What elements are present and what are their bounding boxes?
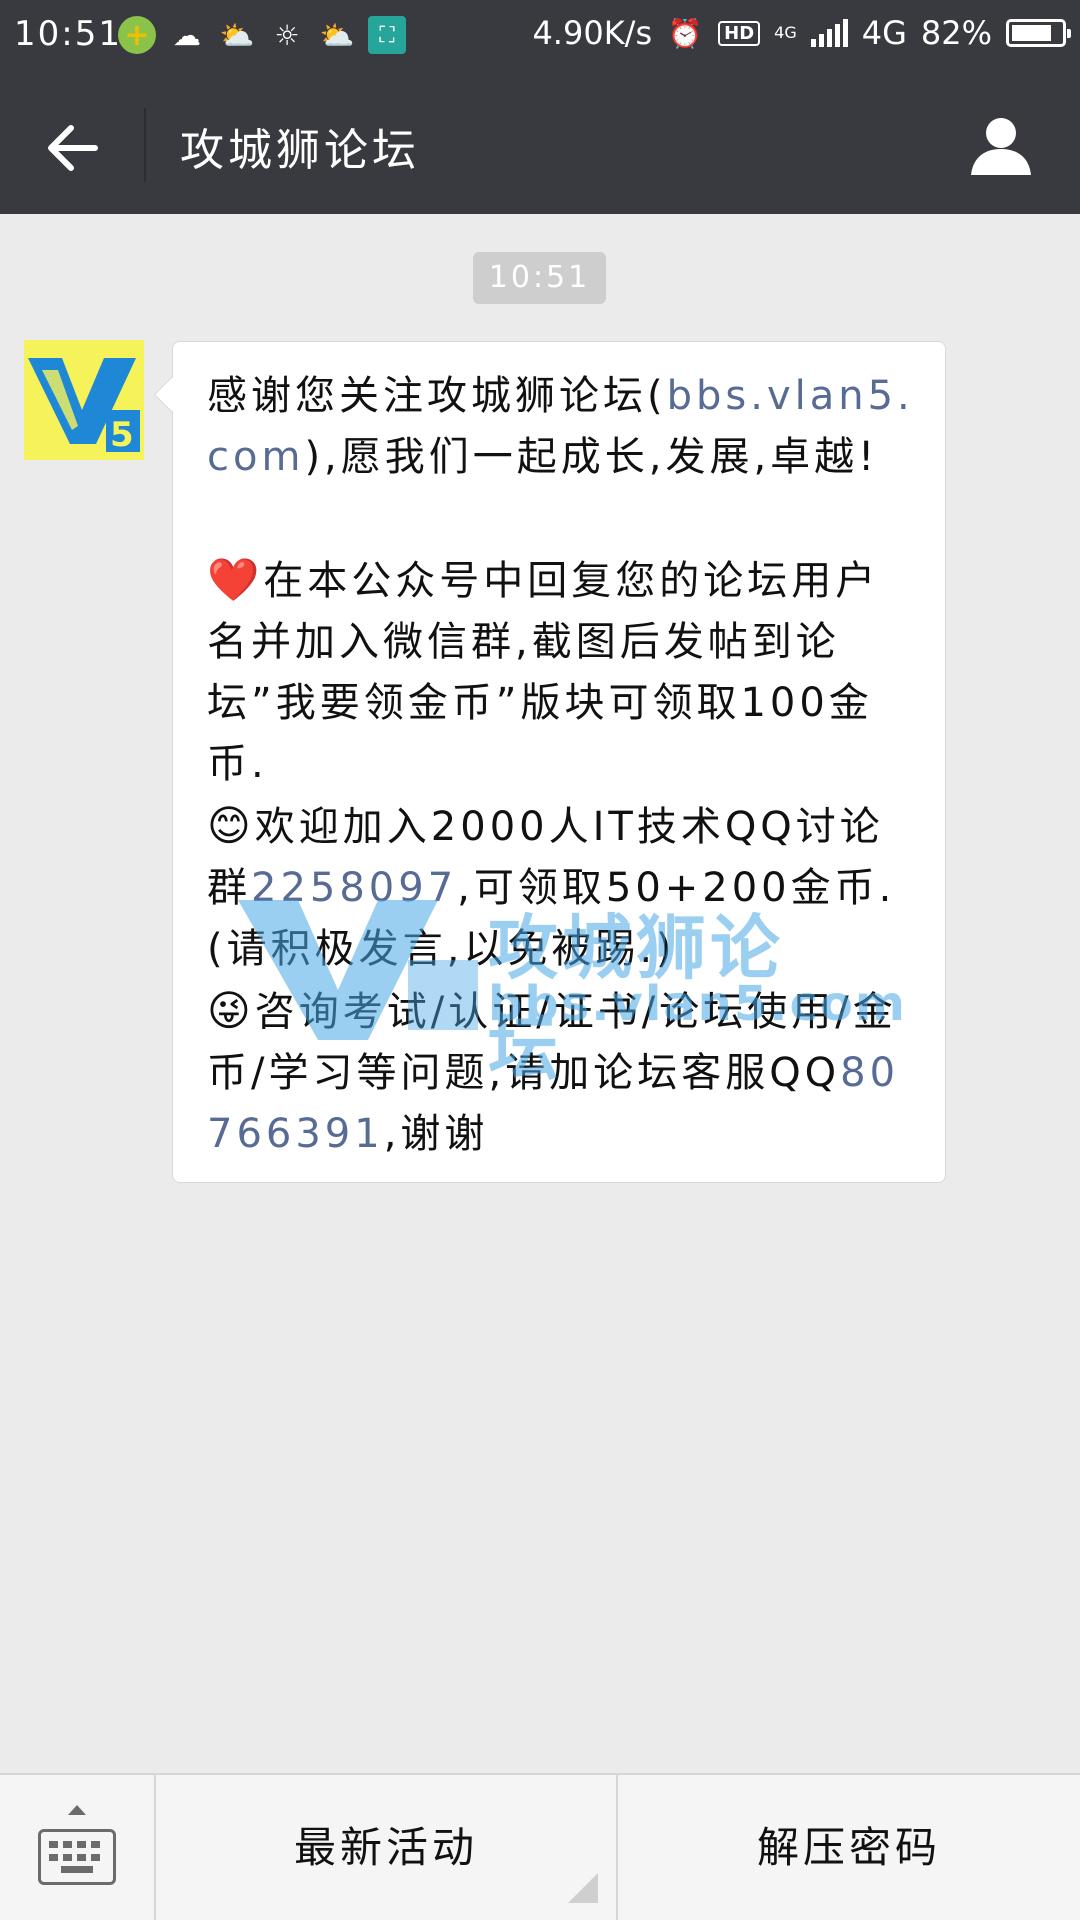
hd-badge: HD [718, 20, 761, 46]
status-right: 4.90K/s ⏰ HD 4G 4G 82% [532, 14, 1071, 52]
keyboard-icon [38, 1829, 116, 1885]
sunny-icon: ☼ [274, 18, 300, 52]
network-type-small: 4G [774, 23, 797, 42]
chat-header: 攻城狮论坛 [0, 76, 1080, 214]
bottom-menu: 最新活动 解压密码 [0, 1773, 1080, 1920]
profile-button[interactable] [966, 110, 1036, 180]
signal-icon [810, 19, 848, 47]
status-bar: 10:51 + ☁ ⛅ ☼ ⛅ ⛶ 4.90K/s ⏰ HD 4G 4G 82% [0, 0, 1080, 76]
partly-sunny-icon: ⛅ [219, 18, 255, 52]
back-arrow-icon [48, 125, 98, 171]
msg-intro-end: ),愿我们一起成长,发展,卓越! [304, 434, 879, 480]
msg-coin-instructions: 在本公众号中回复您的论坛用户名并加入微信群,截图后发帖到论坛”我要领金币”版块可… [207, 558, 880, 787]
v5-logo-icon: 5 [24, 340, 144, 460]
back-button[interactable] [36, 112, 108, 184]
avatar[interactable]: 5 [24, 340, 144, 460]
qq-group-link[interactable]: 2258097 [251, 865, 457, 911]
svg-text:5: 5 [110, 415, 134, 455]
msg-support-end: ,谢谢 [383, 1111, 489, 1157]
smile-emoji-icon: 😊 [207, 801, 255, 850]
keyboard-toggle-button[interactable] [0, 1775, 154, 1920]
menu-item-unzip-password[interactable]: 解压密码 [618, 1775, 1080, 1920]
net-speed: 4.90K/s [532, 14, 653, 52]
cloud-icon: ☁ [173, 18, 201, 52]
page-title: 攻城狮论坛 [180, 125, 420, 176]
status-time: 10:51 [14, 14, 122, 54]
msg-intro: 感谢您关注攻城狮论坛( [207, 373, 667, 419]
notification-icons: + ☁ ⛅ ☼ ⛅ ⛶ [118, 16, 406, 54]
up-arrow-icon [68, 1805, 86, 1815]
msg-support: 咨询考试/认证/证书/论坛使用/金币/学习等问题,请加论坛客服QQ [207, 989, 897, 1096]
header-divider [144, 108, 146, 182]
message-timestamp: 10:51 [473, 252, 606, 304]
heart-emoji-icon: ❤️ [207, 555, 264, 604]
battery-icon [1006, 19, 1071, 47]
battery-percent: 82% [920, 14, 992, 52]
menu-item-latest-events[interactable]: 最新活动 [156, 1775, 616, 1920]
network-type: 4G [861, 14, 907, 52]
plus-app-icon: + [118, 16, 156, 54]
screenshot-icon: ⛶ [368, 16, 406, 54]
alarm-clock-icon: ⏰ [667, 16, 703, 50]
partly-cloudy-icon: ⛅ [319, 18, 355, 52]
submenu-indicator-icon [568, 1873, 598, 1903]
wink-emoji-icon: 😜 [207, 986, 255, 1035]
message-bubble: 感谢您关注攻城狮论坛(bbs.vlan5.com),愿我们一起成长,发展,卓越!… [172, 341, 946, 1183]
person-icon [971, 118, 1031, 175]
